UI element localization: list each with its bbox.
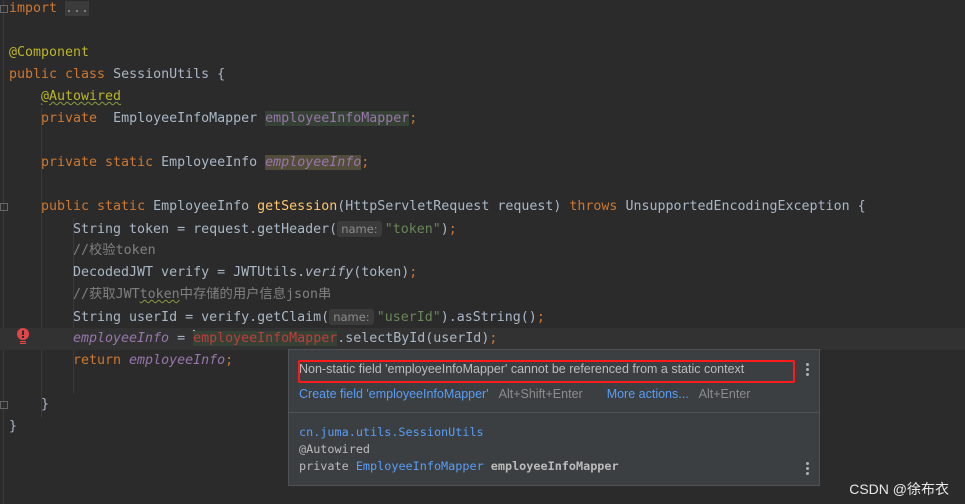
code-line[interactable]: public static EmployeeInfo getSession(Ht… xyxy=(9,196,866,218)
code-token: ; xyxy=(409,111,418,126)
doc-options-icon[interactable] xyxy=(806,462,809,477)
code-token: } xyxy=(41,397,50,412)
code-token: public static xyxy=(41,199,154,214)
code-token: EmployeeInfo xyxy=(161,155,266,170)
code-token: ; xyxy=(489,331,498,346)
code-line[interactable]: } xyxy=(9,416,17,438)
fold-method-end-icon[interactable] xyxy=(0,401,8,409)
code-token: private static xyxy=(41,155,162,170)
code-token: ... xyxy=(65,1,90,16)
code-token: EmployeeInfo xyxy=(153,199,258,214)
code-token: (HttpServletRequest request) xyxy=(337,199,570,214)
code-token: return xyxy=(73,353,130,368)
doc-modifier: private xyxy=(299,459,356,473)
code-line[interactable]: String userId = verify.getClaim(name: "us… xyxy=(9,306,545,328)
code-line[interactable]: @Component xyxy=(9,42,89,64)
code-token: SessionUtils { xyxy=(113,67,226,82)
code-token: //校验token xyxy=(73,243,156,258)
code-line[interactable]: public class SessionUtils { xyxy=(9,64,225,86)
code-token: token xyxy=(139,287,180,302)
code-line[interactable]: DecodedJWT verify = JWTUtils.verify(toke… xyxy=(9,262,417,284)
code-token: "token" xyxy=(384,222,441,237)
code-token: ; xyxy=(361,155,370,170)
divider xyxy=(289,412,819,413)
code-line[interactable]: private EmployeeInfoMapper employeeInfoM… xyxy=(9,108,417,130)
parameter-hint: name: xyxy=(337,221,382,237)
code-line[interactable]: private static EmployeeInfo employeeInfo… xyxy=(9,152,369,174)
error-icon[interactable] xyxy=(16,328,30,344)
code-token: 中存储的用户信息json串 xyxy=(179,287,332,302)
parameter-hint: name: xyxy=(329,309,374,325)
code-token: @Component xyxy=(9,45,90,60)
code-token: String userId = verify.getClaim( xyxy=(73,310,330,325)
code-line[interactable]: @Autowired xyxy=(9,86,121,108)
error-message: Non-static field 'employeeInfoMapper' ca… xyxy=(299,362,745,376)
code-token: //获取JWT xyxy=(73,287,140,302)
code-token: ; xyxy=(409,265,418,280)
code-token: import xyxy=(9,1,66,16)
quick-fix-actions: Create field 'employeeInfoMapper' Alt+Shi… xyxy=(299,387,750,401)
code-token: ) xyxy=(440,222,449,237)
fold-method-icon[interactable] xyxy=(0,203,8,211)
watermark: CSDN @徐布衣 xyxy=(849,481,949,497)
code-token: = xyxy=(169,331,194,346)
code-token: } xyxy=(9,419,18,434)
code-token: (token) xyxy=(353,265,410,280)
create-field-link[interactable]: Create field 'employeeInfoMapper' xyxy=(299,387,489,401)
code-token: ).asString() xyxy=(440,310,537,325)
code-line-error[interactable]: employeeInfo = employeeInfoMapper.select… xyxy=(0,328,965,350)
code-token: verify xyxy=(305,265,354,280)
doc-field-name: employeeInfoMapper xyxy=(483,459,619,473)
more-actions-shortcut: Alt+Enter xyxy=(698,387,751,401)
code-token: EmployeeInfoMapper xyxy=(113,111,266,126)
code-token: employeeInfoMapper xyxy=(265,111,410,126)
code-token: private xyxy=(41,111,114,126)
gutter xyxy=(3,0,4,504)
code-line[interactable]: //校验token xyxy=(9,240,156,262)
code-line[interactable]: //获取JWTtoken中存储的用户信息json串 xyxy=(9,284,331,306)
code-token: employeeInfo xyxy=(265,155,362,170)
code-token: "userId" xyxy=(376,310,441,325)
code-token: .selectById(userId) xyxy=(337,331,490,346)
code-token: employeeInfo xyxy=(73,331,170,346)
more-actions-link[interactable]: More actions... xyxy=(607,387,689,401)
doc-class-path[interactable]: cn.juma.utils.SessionUtils xyxy=(299,425,484,439)
code-token: UnsupportedEncodingException { xyxy=(625,199,866,214)
fold-import-icon[interactable] xyxy=(0,5,8,13)
code-token: employeeInfoMapper xyxy=(193,331,338,346)
create-field-shortcut: Alt+Shift+Enter xyxy=(498,387,583,401)
doc-type[interactable]: EmployeeInfoMapper xyxy=(356,459,484,473)
code-line[interactable]: import ... xyxy=(9,0,90,20)
code-token: ; xyxy=(225,353,234,368)
doc-annotation: @Autowired xyxy=(299,442,371,456)
code-token: ; xyxy=(536,310,545,325)
more-options-icon[interactable] xyxy=(806,363,809,378)
code-token: throws xyxy=(569,199,626,214)
code-line[interactable]: } xyxy=(9,394,49,416)
code-token: employeeInfo xyxy=(129,353,226,368)
code-line[interactable]: return employeeInfo; xyxy=(9,350,233,372)
code-token: getSession xyxy=(257,199,338,214)
code-token: String token = request.getHeader( xyxy=(73,222,338,237)
code-line[interactable]: String token = request.getHeader(name: "t… xyxy=(9,218,457,240)
error-tooltip-popup: Non-static field 'employeeInfoMapper' ca… xyxy=(288,349,820,486)
code-token: ; xyxy=(448,222,457,237)
documentation: cn.juma.utils.SessionUtils @Autowired pr… xyxy=(299,424,619,475)
code-token: DecodedJWT verify = JWTUtils. xyxy=(73,265,306,280)
code-token: @Autowired xyxy=(41,89,122,104)
code-token: public class xyxy=(9,67,114,82)
